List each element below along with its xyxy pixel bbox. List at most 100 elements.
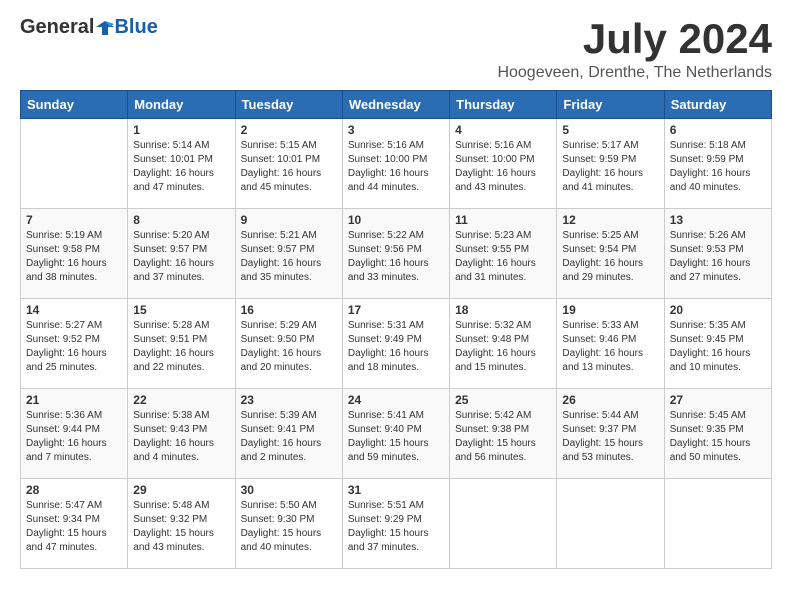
day-info: Sunrise: 5:45 AMSunset: 9:35 PMDaylight:… <box>670 409 766 465</box>
day-info: Sunrise: 5:25 AMSunset: 9:54 PMDaylight:… <box>562 229 658 285</box>
month-title: July 2024 <box>497 16 772 62</box>
day-number: 8 <box>133 213 229 227</box>
day-info: Sunrise: 5:38 AMSunset: 9:43 PMDaylight:… <box>133 409 229 465</box>
day-info: Sunrise: 5:14 AMSunset: 10:01 PMDaylight… <box>133 139 229 195</box>
day-cell <box>21 119 128 209</box>
day-number: 15 <box>133 303 229 317</box>
day-info: Sunrise: 5:41 AMSunset: 9:40 PMDaylight:… <box>348 409 444 465</box>
day-cell: 12Sunrise: 5:25 AMSunset: 9:54 PMDayligh… <box>557 209 664 299</box>
day-info: Sunrise: 5:47 AMSunset: 9:34 PMDaylight:… <box>26 499 122 555</box>
day-number: 17 <box>348 303 444 317</box>
day-cell: 13Sunrise: 5:26 AMSunset: 9:53 PMDayligh… <box>664 209 771 299</box>
day-cell <box>450 479 557 569</box>
day-cell: 3Sunrise: 5:16 AMSunset: 10:00 PMDayligh… <box>342 119 449 209</box>
day-number: 9 <box>241 213 337 227</box>
week-row-4: 21Sunrise: 5:36 AMSunset: 9:44 PMDayligh… <box>21 389 772 479</box>
day-number: 22 <box>133 393 229 407</box>
day-cell: 7Sunrise: 5:19 AMSunset: 9:58 PMDaylight… <box>21 209 128 299</box>
day-info: Sunrise: 5:15 AMSunset: 10:01 PMDaylight… <box>241 139 337 195</box>
day-cell: 30 Sunrise: 5:50 AMSunset: 9:30 PMDayligh… <box>235 479 342 569</box>
week-row-2: 7Sunrise: 5:19 AMSunset: 9:58 PMDaylight… <box>21 209 772 299</box>
day-info: Sunrise: 5:28 AMSunset: 9:51 PMDaylight:… <box>133 319 229 375</box>
day-info: Sunrise: 5:16 AMSunset: 10:00 PMDaylight… <box>455 139 551 195</box>
day-cell <box>664 479 771 569</box>
location: Hoogeveen, Drenthe, The Netherlands <box>497 64 772 82</box>
col-header-tuesday: Tuesday <box>235 91 342 119</box>
day-info: Sunrise: 5:31 AMSunset: 9:49 PMDaylight:… <box>348 319 444 375</box>
day-cell: 24 Sunrise: 5:41 AMSunset: 9:40 PMDayligh… <box>342 389 449 479</box>
col-header-thursday: Thursday <box>450 91 557 119</box>
day-info: Sunrise: 5:19 AMSunset: 9:58 PMDaylight:… <box>26 229 122 285</box>
day-info: Sunrise: 5:18 AMSunset: 9:59 PMDaylight:… <box>670 139 766 195</box>
day-cell: 11 Sunrise: 5:23 AMSunset: 9:55 PMDayligh… <box>450 209 557 299</box>
day-cell: 2 Sunrise: 5:15 AMSunset: 10:01 PMDayligh… <box>235 119 342 209</box>
day-info: Sunrise: 5:33 AMSunset: 9:46 PMDaylight:… <box>562 319 658 375</box>
day-number: 6 <box>670 123 766 137</box>
day-number: 4 <box>455 123 551 137</box>
day-number: 5 <box>562 123 658 137</box>
day-info: Sunrise: 5:23 AMSunset: 9:55 PMDaylight:… <box>455 229 551 285</box>
day-cell: 4 Sunrise: 5:16 AMSunset: 10:00 PMDayligh… <box>450 119 557 209</box>
logo-bird-icon <box>96 19 114 37</box>
day-number: 2 <box>241 123 337 137</box>
page: General Blue July 2024 Hoogeveen, Drenth… <box>0 0 792 585</box>
day-cell: 17 Sunrise: 5:31 AMSunset: 9:49 PMDayligh… <box>342 299 449 389</box>
day-cell: 28Sunrise: 5:47 AMSunset: 9:34 PMDayligh… <box>21 479 128 569</box>
day-info: Sunrise: 5:27 AMSunset: 9:52 PMDaylight:… <box>26 319 122 375</box>
day-number: 1 <box>133 123 229 137</box>
col-header-saturday: Saturday <box>664 91 771 119</box>
day-number: 23 <box>241 393 337 407</box>
day-cell: 8Sunrise: 5:20 AMSunset: 9:57 PMDaylight… <box>128 209 235 299</box>
day-number: 27 <box>670 393 766 407</box>
day-number: 30 <box>241 483 337 497</box>
day-number: 18 <box>455 303 551 317</box>
day-number: 26 <box>562 393 658 407</box>
day-cell: 19 Sunrise: 5:33 AMSunset: 9:46 PMDayligh… <box>557 299 664 389</box>
logo-blue-text: Blue <box>114 16 157 39</box>
day-number: 11 <box>455 213 551 227</box>
day-number: 13 <box>670 213 766 227</box>
day-number: 14 <box>26 303 122 317</box>
day-number: 24 <box>348 393 444 407</box>
day-cell: 6 Sunrise: 5:18 AMSunset: 9:59 PMDaylight… <box>664 119 771 209</box>
week-row-5: 28Sunrise: 5:47 AMSunset: 9:34 PMDayligh… <box>21 479 772 569</box>
day-number: 3 <box>348 123 444 137</box>
col-header-friday: Friday <box>557 91 664 119</box>
day-cell: 18Sunrise: 5:32 AMSunset: 9:48 PMDayligh… <box>450 299 557 389</box>
day-cell: 16Sunrise: 5:29 AMSunset: 9:50 PMDayligh… <box>235 299 342 389</box>
calendar-table: SundayMondayTuesdayWednesdayThursdayFrid… <box>20 90 772 569</box>
logo-general-text: General <box>20 16 94 39</box>
day-number: 16 <box>241 303 337 317</box>
day-number: 25 <box>455 393 551 407</box>
header-row: SundayMondayTuesdayWednesdayThursdayFrid… <box>21 91 772 119</box>
day-number: 19 <box>562 303 658 317</box>
day-cell: 20Sunrise: 5:35 AMSunset: 9:45 PMDayligh… <box>664 299 771 389</box>
day-cell: 5 Sunrise: 5:17 AMSunset: 9:59 PMDaylight… <box>557 119 664 209</box>
day-number: 29 <box>133 483 229 497</box>
title-block: July 2024 Hoogeveen, Drenthe, The Nether… <box>497 16 772 82</box>
day-cell: 9 Sunrise: 5:21 AMSunset: 9:57 PMDaylight… <box>235 209 342 299</box>
day-info: Sunrise: 5:51 AMSunset: 9:29 PMDaylight:… <box>348 499 444 555</box>
day-cell: 14 Sunrise: 5:27 AMSunset: 9:52 PMDayligh… <box>21 299 128 389</box>
day-info: Sunrise: 5:50 AMSunset: 9:30 PMDaylight:… <box>241 499 337 555</box>
week-row-1: 1 Sunrise: 5:14 AMSunset: 10:01 PMDayligh… <box>21 119 772 209</box>
day-info: Sunrise: 5:36 AMSunset: 9:44 PMDaylight:… <box>26 409 122 465</box>
day-info: Sunrise: 5:21 AMSunset: 9:57 PMDaylight:… <box>241 229 337 285</box>
col-header-monday: Monday <box>128 91 235 119</box>
day-info: Sunrise: 5:17 AMSunset: 9:59 PMDaylight:… <box>562 139 658 195</box>
week-row-3: 14 Sunrise: 5:27 AMSunset: 9:52 PMDayligh… <box>21 299 772 389</box>
day-info: Sunrise: 5:35 AMSunset: 9:45 PMDaylight:… <box>670 319 766 375</box>
day-cell <box>557 479 664 569</box>
logo: General Blue <box>20 16 158 39</box>
day-cell: 15 Sunrise: 5:28 AMSunset: 9:51 PMDayligh… <box>128 299 235 389</box>
day-info: Sunrise: 5:42 AMSunset: 9:38 PMDaylight:… <box>455 409 551 465</box>
day-info: Sunrise: 5:44 AMSunset: 9:37 PMDaylight:… <box>562 409 658 465</box>
day-info: Sunrise: 5:48 AMSunset: 9:32 PMDaylight:… <box>133 499 229 555</box>
day-cell: 27 Sunrise: 5:45 AMSunset: 9:35 PMDayligh… <box>664 389 771 479</box>
day-cell: 22 Sunrise: 5:38 AMSunset: 9:43 PMDayligh… <box>128 389 235 479</box>
day-cell: 29 Sunrise: 5:48 AMSunset: 9:32 PMDayligh… <box>128 479 235 569</box>
day-cell: 1 Sunrise: 5:14 AMSunset: 10:01 PMDayligh… <box>128 119 235 209</box>
day-cell: 31Sunrise: 5:51 AMSunset: 9:29 PMDayligh… <box>342 479 449 569</box>
day-info: Sunrise: 5:39 AMSunset: 9:41 PMDaylight:… <box>241 409 337 465</box>
day-info: Sunrise: 5:22 AMSunset: 9:56 PMDaylight:… <box>348 229 444 285</box>
